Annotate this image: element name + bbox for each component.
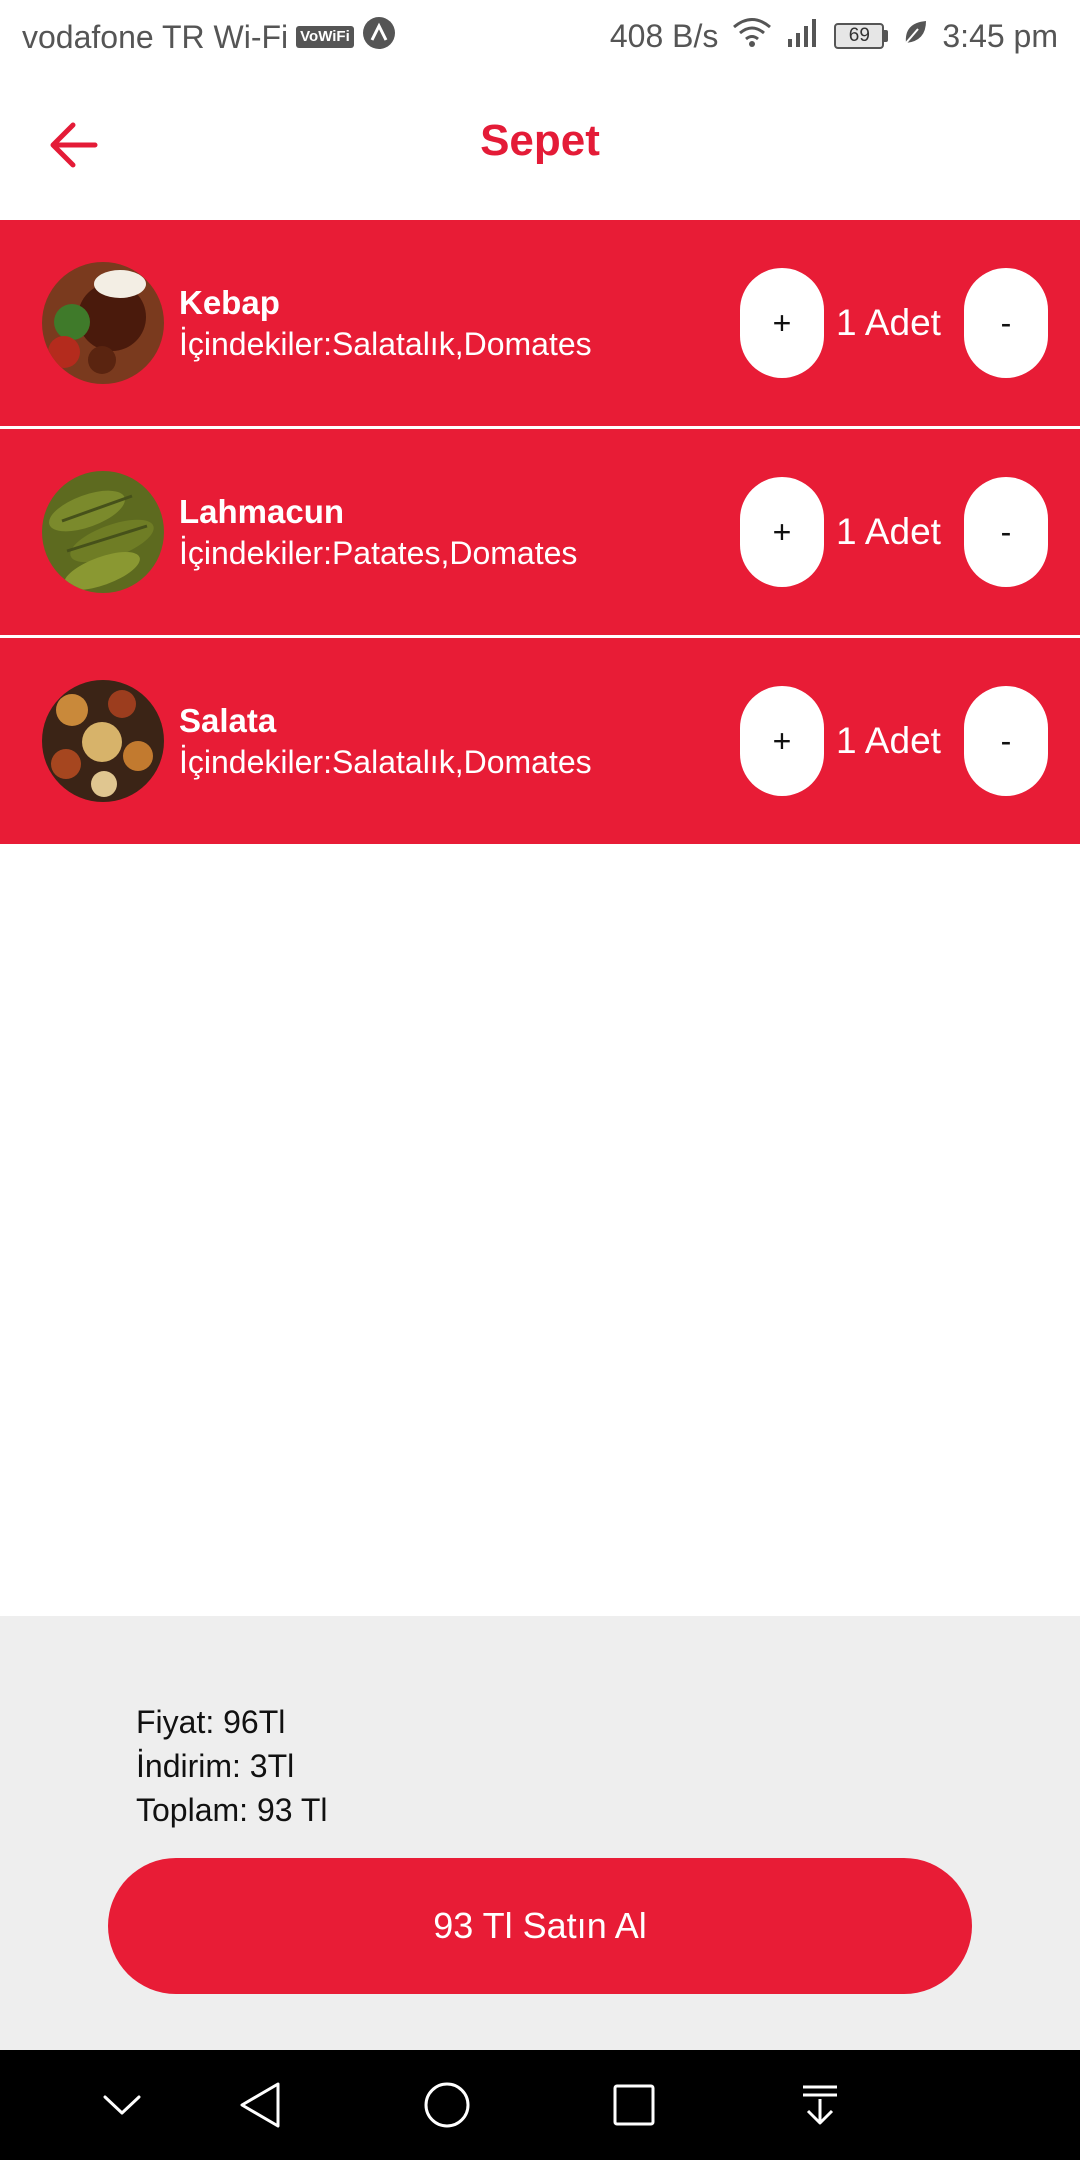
quantity-label: 1 Adet [836,302,941,343]
nav-home-button[interactable] [417,2075,477,2135]
increase-quantity-button[interactable]: + [740,477,824,587]
food-thumbnail [42,680,164,802]
nav-notifications-button[interactable] [790,2075,850,2135]
page-title: Sepet [480,116,600,165]
status-right: 408 B/s 69 3:45 pm [610,16,1058,56]
nav-recents-button[interactable] [604,2075,664,2135]
quantity-label: 1 Adet [836,720,941,761]
item-ingredients: İçindekiler:Salatalık,Domates [179,326,592,362]
decrease-quantity-button[interactable]: - [964,477,1048,587]
decrease-quantity-button[interactable]: - [964,268,1048,378]
item-name: Kebap [179,284,280,321]
price-line: Fiyat: 96Tl [136,1704,286,1740]
buy-button[interactable]: 93 Tl Satın Al [108,1858,972,1994]
cart-list: Kebap İçindekiler:Salatalık,Domates + 1 … [0,220,1080,847]
wifi-icon [732,16,772,56]
clock-label: 3:45 pm [942,17,1058,54]
app-header: Sepet [0,70,1080,220]
food-thumbnail [42,471,164,593]
system-nav-bar [0,2050,1080,2160]
carrier-label: vodafone TR Wi-Fi [22,18,289,55]
battery-level: 69 [834,23,885,49]
item-ingredients: İçindekiler:Patates,Domates [179,535,578,571]
notification-pull-icon [803,2085,837,2125]
quantity-label: 1 Adet [836,511,941,552]
decrease-quantity-button[interactable]: - [964,686,1048,796]
status-bar: vodafone TR Wi-Fi VoWiFi 408 B/s 69 3:45… [0,0,1080,70]
item-name: Lahmacun [179,493,345,530]
battery-tip [884,30,889,42]
total-line: Toplam: 93 Tl [136,1792,328,1828]
cart-item: Lahmacun İçindekiler:Patates,Domates + 1… [0,429,1080,635]
net-speed-label: 408 B/s [609,17,719,54]
cart-item: Salata İçindekiler:Salatalık,Domates + 1… [0,638,1080,844]
order-summary: Fiyat: 96Tl İndirim: 3Tl Toplam: 93 Tl 9… [0,1616,1080,2050]
increase-quantity-button[interactable]: + [740,686,824,796]
increase-quantity-button[interactable]: + [740,268,824,378]
battery-icon: 69 [834,23,889,49]
discount-line: İndirim: 3Tl [136,1748,295,1784]
home-circle-icon [424,2082,470,2128]
app-notification-icon [362,16,396,58]
item-ingredients: İçindekiler:Salatalık,Domates [179,744,592,780]
item-name: Salata [179,702,277,739]
cart-item: Kebap İçindekiler:Salatalık,Domates + 1 … [0,220,1080,426]
leaf-icon [902,17,928,55]
nav-back-button[interactable] [230,2075,290,2135]
back-triangle-icon [240,2082,280,2128]
signal-icon [786,17,820,55]
recents-square-icon [613,2084,655,2126]
hide-nav-button[interactable] [92,2075,152,2135]
status-left: vodafone TR Wi-Fi VoWiFi [22,16,396,58]
food-thumbnail [42,262,164,384]
chevron-down-icon [103,2095,141,2115]
vowifi-badge: VoWiFi [296,26,354,48]
